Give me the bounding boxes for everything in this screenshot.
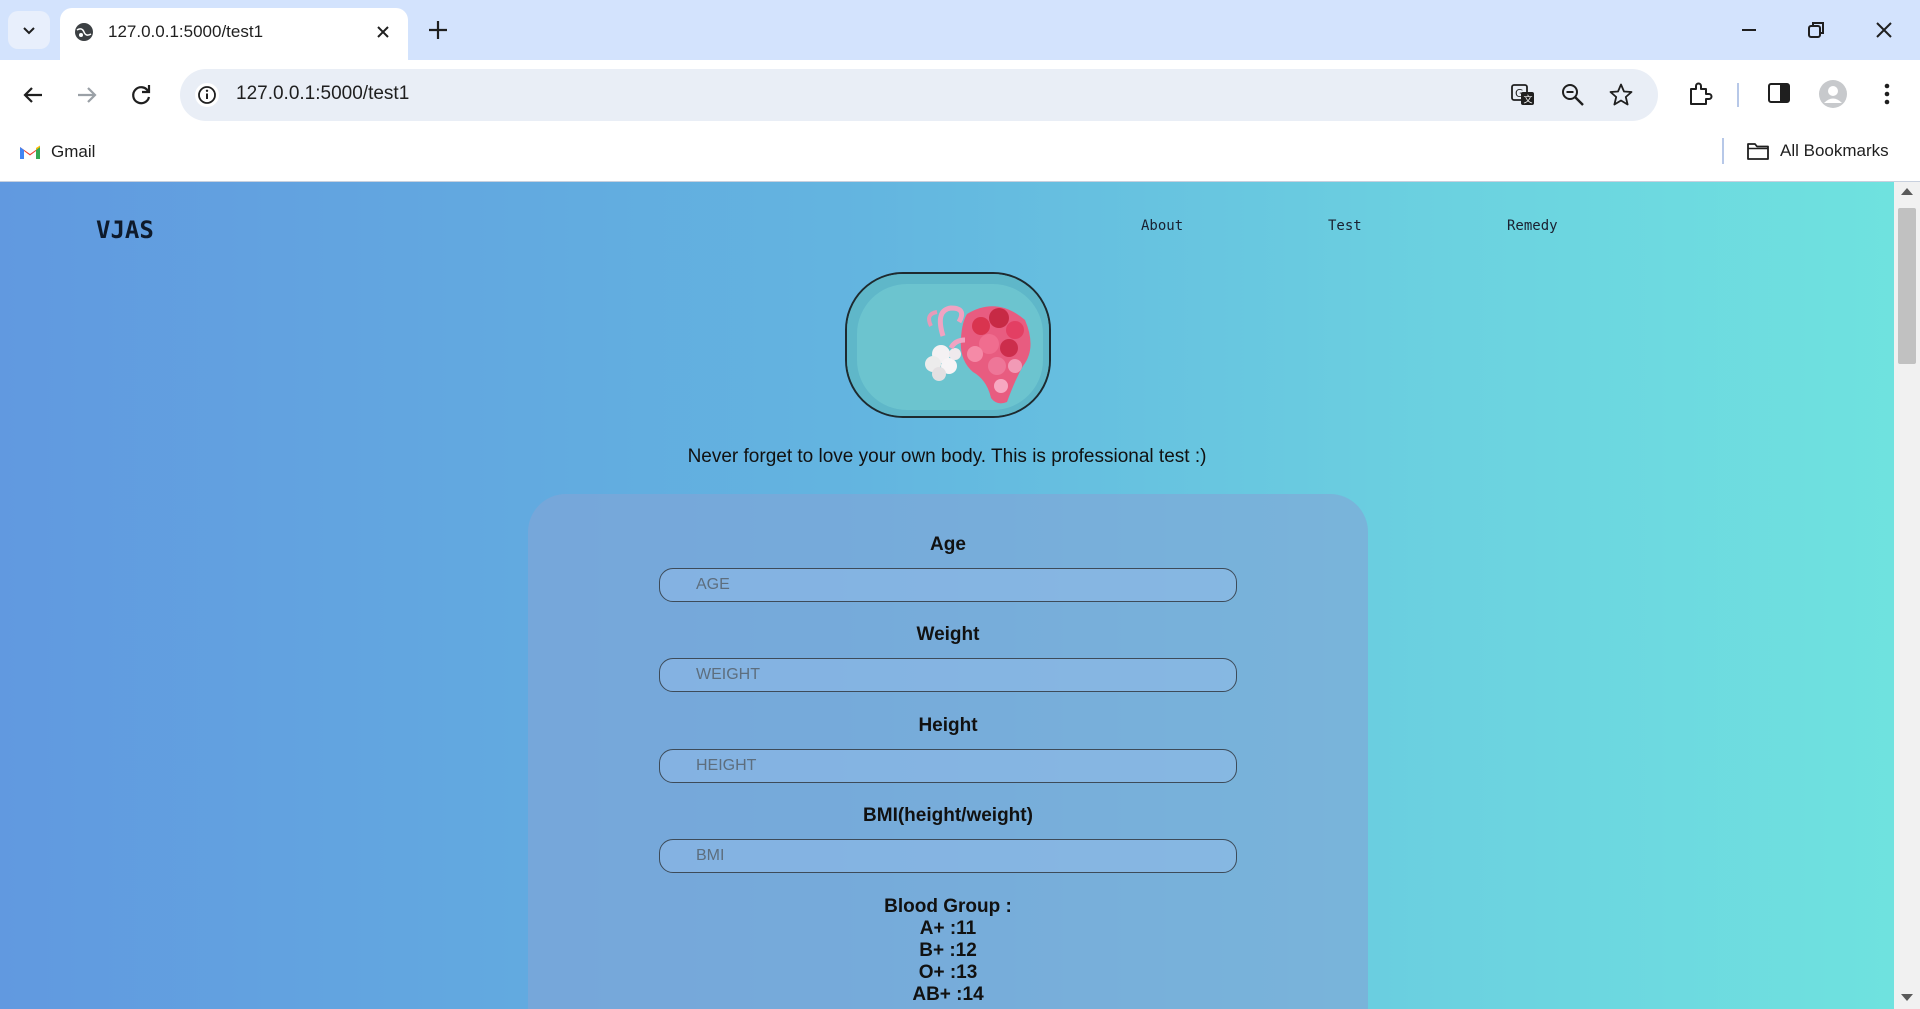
browser-toolbar: 127.0.0.1:5000/test1 G文	[0, 60, 1920, 130]
nav-link-remedy[interactable]: Remedy	[1507, 218, 1558, 234]
url-text: 127.0.0.1:5000/test1	[236, 83, 410, 104]
blood-group-line: A+ :11	[919, 918, 977, 939]
weight-input[interactable]	[659, 658, 1237, 692]
height-input[interactable]	[659, 749, 1237, 783]
bmi-input[interactable]	[659, 839, 1237, 873]
bookmark-gmail[interactable]: Gmail	[18, 142, 95, 162]
tagline: Never forget to love your own body. This…	[687, 446, 1207, 467]
translate-icon[interactable]: G文	[1510, 82, 1536, 108]
uterus-flower-illustration	[847, 274, 1049, 416]
reload-icon[interactable]	[126, 80, 156, 110]
bookmarks-bar: Gmail All Bookmarks	[0, 130, 1920, 182]
address-bar[interactable]: 127.0.0.1:5000/test1 G文	[180, 69, 1658, 121]
blood-group-line: B+ :12	[919, 940, 977, 961]
blood-group-line: O+ :13	[918, 962, 978, 983]
scroll-thumb[interactable]	[1898, 208, 1916, 364]
extensions-icon[interactable]	[1685, 79, 1715, 109]
tab-search-button[interactable]	[8, 11, 50, 49]
page-scrollbar[interactable]	[1894, 182, 1920, 1009]
bookmark-gmail-label: Gmail	[51, 142, 96, 161]
tab-title: 127.0.0.1:5000/test1	[108, 22, 264, 41]
site-logo[interactable]: VJAS	[96, 216, 154, 244]
window-close-icon[interactable]	[1870, 16, 1898, 44]
hero-image	[845, 272, 1051, 418]
age-label: Age	[930, 534, 966, 555]
weight-label: Weight	[916, 624, 980, 645]
toolbar-divider	[1737, 83, 1739, 107]
menu-icon[interactable]	[1874, 79, 1900, 109]
svg-text:文: 文	[1524, 94, 1533, 106]
tab-search-icon	[23, 27, 35, 35]
bookmarks-divider	[1722, 138, 1724, 164]
nav-link-about[interactable]: About	[1141, 218, 1183, 234]
nav-link-test[interactable]: Test	[1328, 218, 1362, 234]
active-tab[interactable]: 127.0.0.1:5000/test1	[60, 8, 408, 60]
site-info-icon[interactable]	[194, 82, 220, 108]
gmail-icon	[20, 145, 40, 159]
age-input[interactable]	[659, 568, 1237, 602]
restore-icon[interactable]	[1802, 16, 1830, 44]
forward-icon[interactable]	[72, 80, 102, 110]
tab-strip: 127.0.0.1:5000/test1	[0, 0, 1920, 60]
all-bookmarks-label: All Bookmarks	[1780, 141, 1889, 160]
scroll-up-arrow-icon[interactable]	[1901, 188, 1913, 195]
all-bookmarks-button[interactable]: All Bookmarks	[1746, 140, 1889, 162]
height-label: Height	[918, 715, 978, 736]
page-viewport: VJAS About Test Remedy Never forget to l…	[0, 182, 1920, 1009]
bmi-label: BMI(height/weight)	[863, 805, 1033, 826]
back-icon[interactable]	[18, 80, 48, 110]
zoom-icon[interactable]	[1560, 82, 1586, 108]
minimize-icon[interactable]	[1735, 16, 1763, 44]
plus-icon[interactable]	[424, 16, 452, 44]
star-icon[interactable]	[1608, 82, 1634, 108]
blood-group-title: Blood Group :	[884, 896, 1012, 917]
test-form: Age Weight Height BMI(height/weight) Blo…	[528, 494, 1368, 1009]
side-panel-icon[interactable]	[1765, 79, 1793, 107]
scroll-down-arrow-icon[interactable]	[1901, 994, 1913, 1001]
close-icon[interactable]	[372, 21, 394, 43]
globe-icon	[75, 23, 93, 41]
profile-icon[interactable]	[1818, 79, 1848, 109]
blood-group-line: AB+ :14	[912, 984, 984, 1005]
folder-icon	[1747, 143, 1769, 160]
